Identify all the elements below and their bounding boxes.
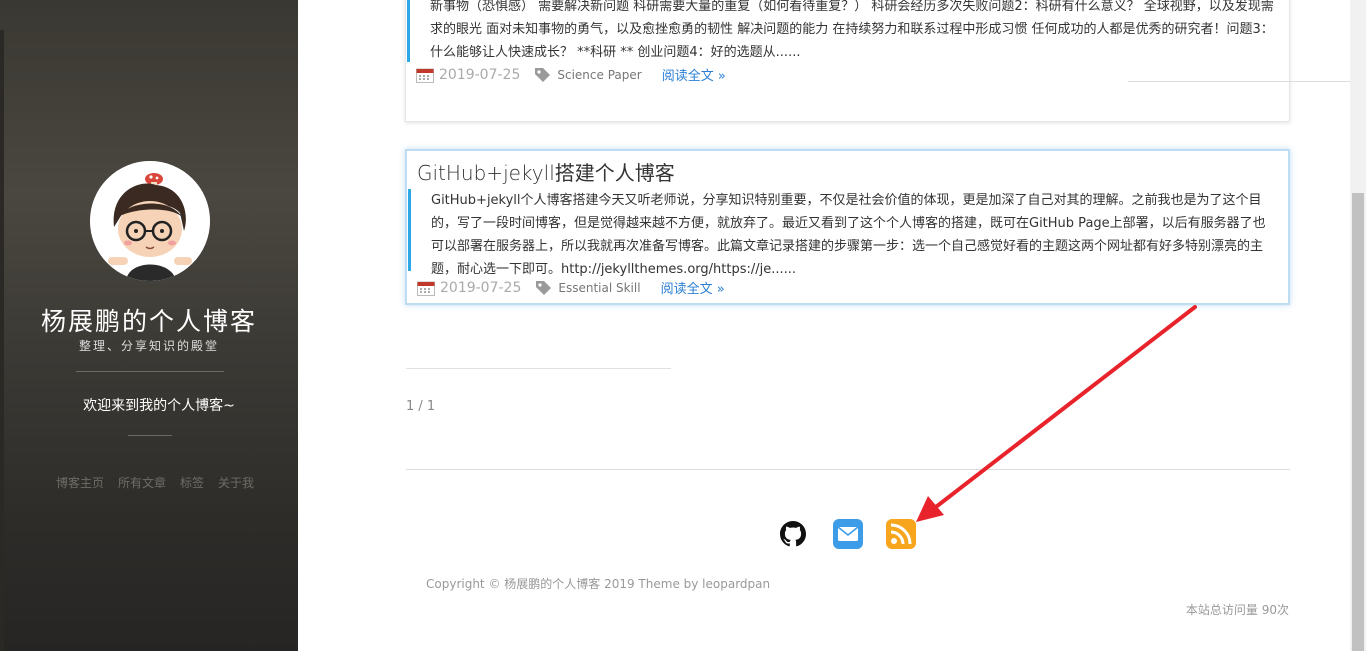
post-card: 新事物（恐惧感） 需要解决新问题 科研需要大量的重复（如何看待重复？） 科研会经… bbox=[405, 0, 1366, 122]
sidebar-divider-short bbox=[128, 435, 172, 436]
post-excerpt: 新事物（恐惧感） 需要解决新问题 科研需要大量的重复（如何看待重复？） 科研会经… bbox=[407, 0, 1282, 62]
post-date: 2019-07-25 bbox=[439, 66, 521, 83]
post-tag[interactable]: Science Paper bbox=[557, 68, 641, 82]
calendar-icon bbox=[416, 68, 434, 83]
post-meta: 2019-07-25 Essential Skill 阅读全文 » bbox=[417, 278, 725, 297]
post-excerpt: GitHub+jekyll个人博客搭建今天又听老师说，分享知识特别重要，不仅是社… bbox=[408, 189, 1283, 277]
scrollbar[interactable] bbox=[1350, 0, 1366, 651]
divider bbox=[406, 368, 671, 369]
post-card-highlighted: GitHub+jekyll搭建个人博客 GitHub+jekyll个人博客搭建今… bbox=[405, 149, 1290, 305]
sidebar: 杨展鹏的个人博客 整理、分享知识的殿堂 欢迎来到我的个人博客~ 博客主页 所有文… bbox=[0, 0, 298, 651]
welcome-text: 欢迎来到我的个人博客~ bbox=[83, 398, 235, 414]
avatar[interactable] bbox=[90, 161, 210, 281]
read-more-link[interactable]: 阅读全文 » bbox=[662, 65, 726, 84]
tag-icon bbox=[536, 280, 552, 295]
scrollbar-thumb[interactable] bbox=[1352, 193, 1364, 651]
nav-all-posts[interactable]: 所有文章 bbox=[118, 474, 166, 491]
pagination: 1 / 1 bbox=[406, 399, 436, 414]
calendar-icon bbox=[417, 281, 435, 296]
post-title[interactable]: GitHub+jekyll搭建个人博客 bbox=[417, 157, 675, 186]
tag-icon bbox=[535, 67, 551, 82]
post-meta: 2019-07-25 Science Paper 阅读全文 » bbox=[416, 65, 726, 84]
site-title[interactable]: 杨展鹏的个人博客 bbox=[0, 302, 298, 338]
nav-home[interactable]: 博客主页 bbox=[56, 474, 104, 491]
sidebar-divider bbox=[76, 371, 224, 372]
sidebar-nav: 博客主页 所有文章 标签 关于我 bbox=[56, 474, 254, 491]
github-icon[interactable] bbox=[777, 518, 809, 550]
read-more-link[interactable]: 阅读全文 » bbox=[661, 278, 725, 297]
site-subtitle: 整理、分享知识的殿堂 bbox=[78, 339, 219, 353]
copyright-text: Copyright © 杨展鹏的个人博客 2019 Theme by leopa… bbox=[426, 577, 771, 591]
post-date: 2019-07-25 bbox=[440, 279, 522, 296]
nav-tags[interactable]: 标签 bbox=[180, 474, 204, 491]
email-icon[interactable] bbox=[832, 518, 864, 550]
footer-divider bbox=[406, 469, 1290, 470]
divider bbox=[1128, 81, 1366, 82]
rss-icon[interactable] bbox=[885, 518, 917, 550]
post-tag[interactable]: Essential Skill bbox=[558, 281, 640, 295]
nav-about[interactable]: 关于我 bbox=[218, 474, 254, 491]
visit-counter: 本站总访问量 90次 bbox=[1185, 603, 1289, 617]
